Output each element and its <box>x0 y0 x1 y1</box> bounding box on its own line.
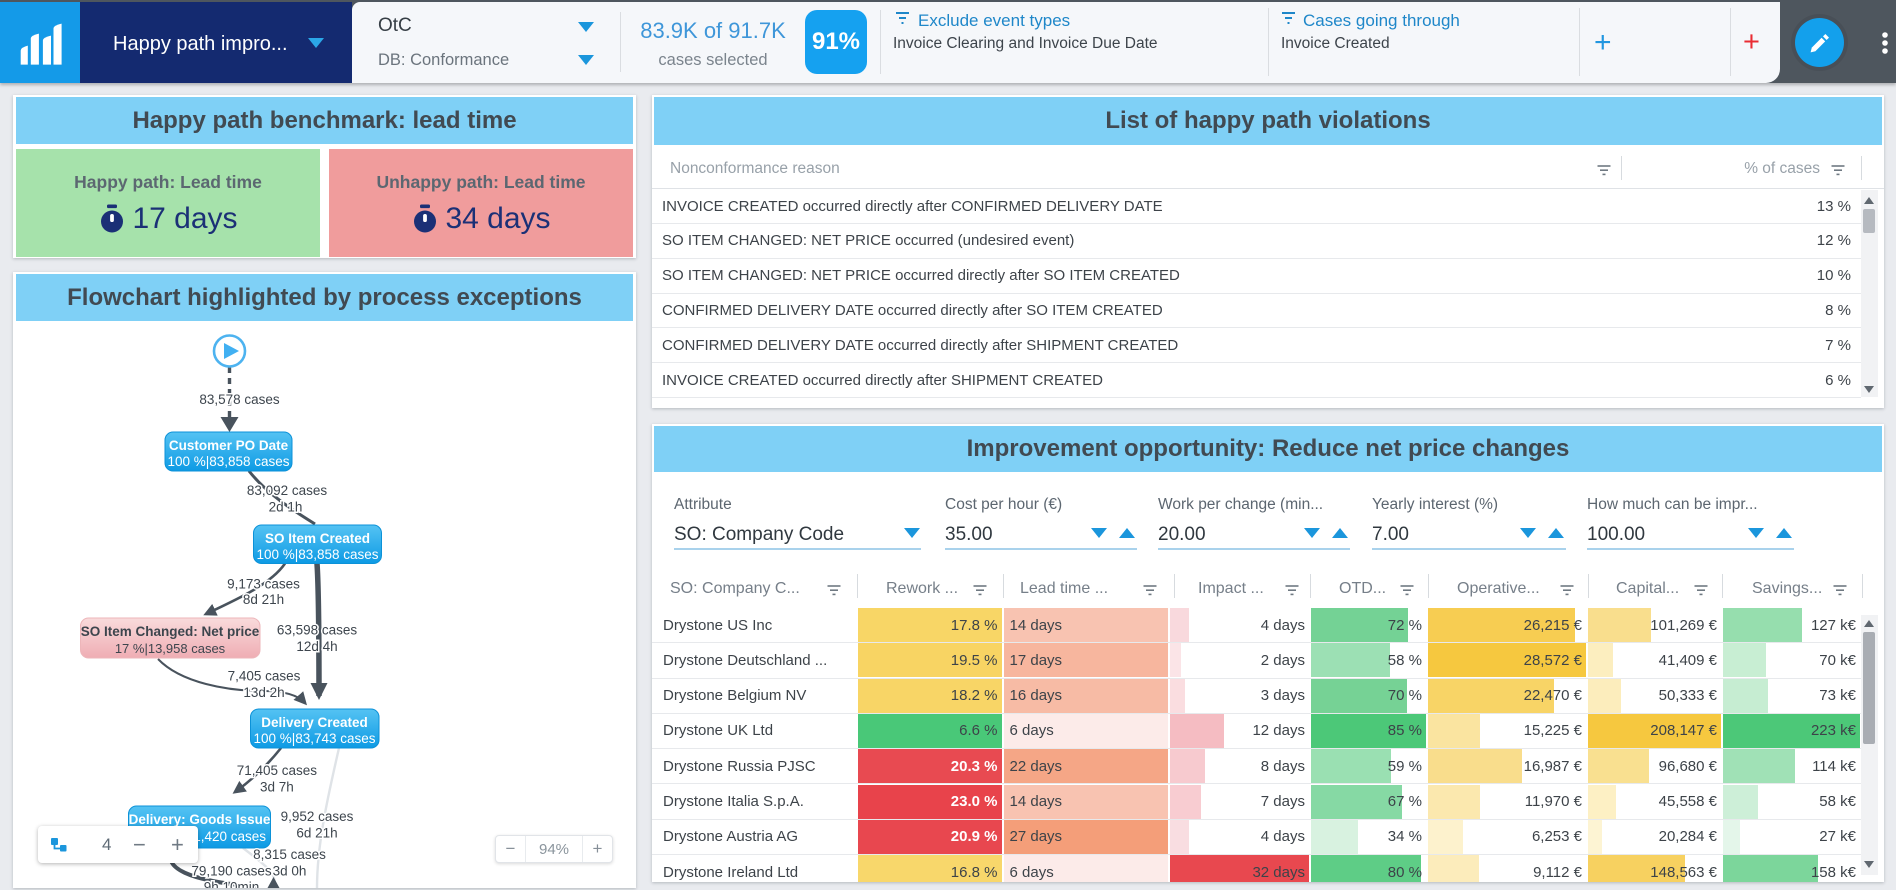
svg-text:100 %|83,858 cases: 100 %|83,858 cases <box>167 454 289 469</box>
svg-text:8,315 cases: 8,315 cases <box>253 847 326 862</box>
svg-text:8d 21h: 8d 21h <box>243 592 284 607</box>
svg-text:100 %|83,743 cases: 100 %|83,743 cases <box>253 731 375 746</box>
svg-text:6d 21h: 6d 21h <box>296 826 337 841</box>
svg-text:83,578 cases: 83,578 cases <box>199 392 280 407</box>
svg-text:79,190 cases: 79,190 cases <box>191 864 272 879</box>
svg-text:Delivery Created: Delivery Created <box>261 715 368 730</box>
svg-text:9,952 cases: 9,952 cases <box>281 809 354 824</box>
svg-text:Customer PO Date: Customer PO Date <box>169 438 289 453</box>
svg-text:12d 4h: 12d 4h <box>296 639 337 654</box>
svg-text:9h 10min: 9h 10min <box>204 880 260 889</box>
svg-text:7,405 cases: 7,405 cases <box>228 669 301 684</box>
svg-text:9,173 cases: 9,173 cases <box>227 576 300 591</box>
svg-text:63,598 cases: 63,598 cases <box>277 623 358 638</box>
svg-text:83,092 cases: 83,092 cases <box>247 483 328 498</box>
svg-text:13d 2h: 13d 2h <box>243 685 284 700</box>
svg-text:71,405 cases: 71,405 cases <box>237 763 318 778</box>
svg-text:17 %|13,958 cases: 17 %|13,958 cases <box>115 641 226 656</box>
svg-text:3d 7h: 3d 7h <box>260 780 294 795</box>
svg-text:SO Item Created: SO Item Created <box>265 531 370 546</box>
svg-text:2d 1h: 2d 1h <box>269 500 303 515</box>
svg-text:3d 0h: 3d 0h <box>273 864 307 879</box>
svg-text:Delivery: Goods Issue: Delivery: Goods Issue <box>129 812 271 827</box>
svg-text:100 %|83,858 cases: 100 %|83,858 cases <box>256 547 378 562</box>
svg-text:SO Item Changed: Net price: SO Item Changed: Net price <box>81 624 260 639</box>
